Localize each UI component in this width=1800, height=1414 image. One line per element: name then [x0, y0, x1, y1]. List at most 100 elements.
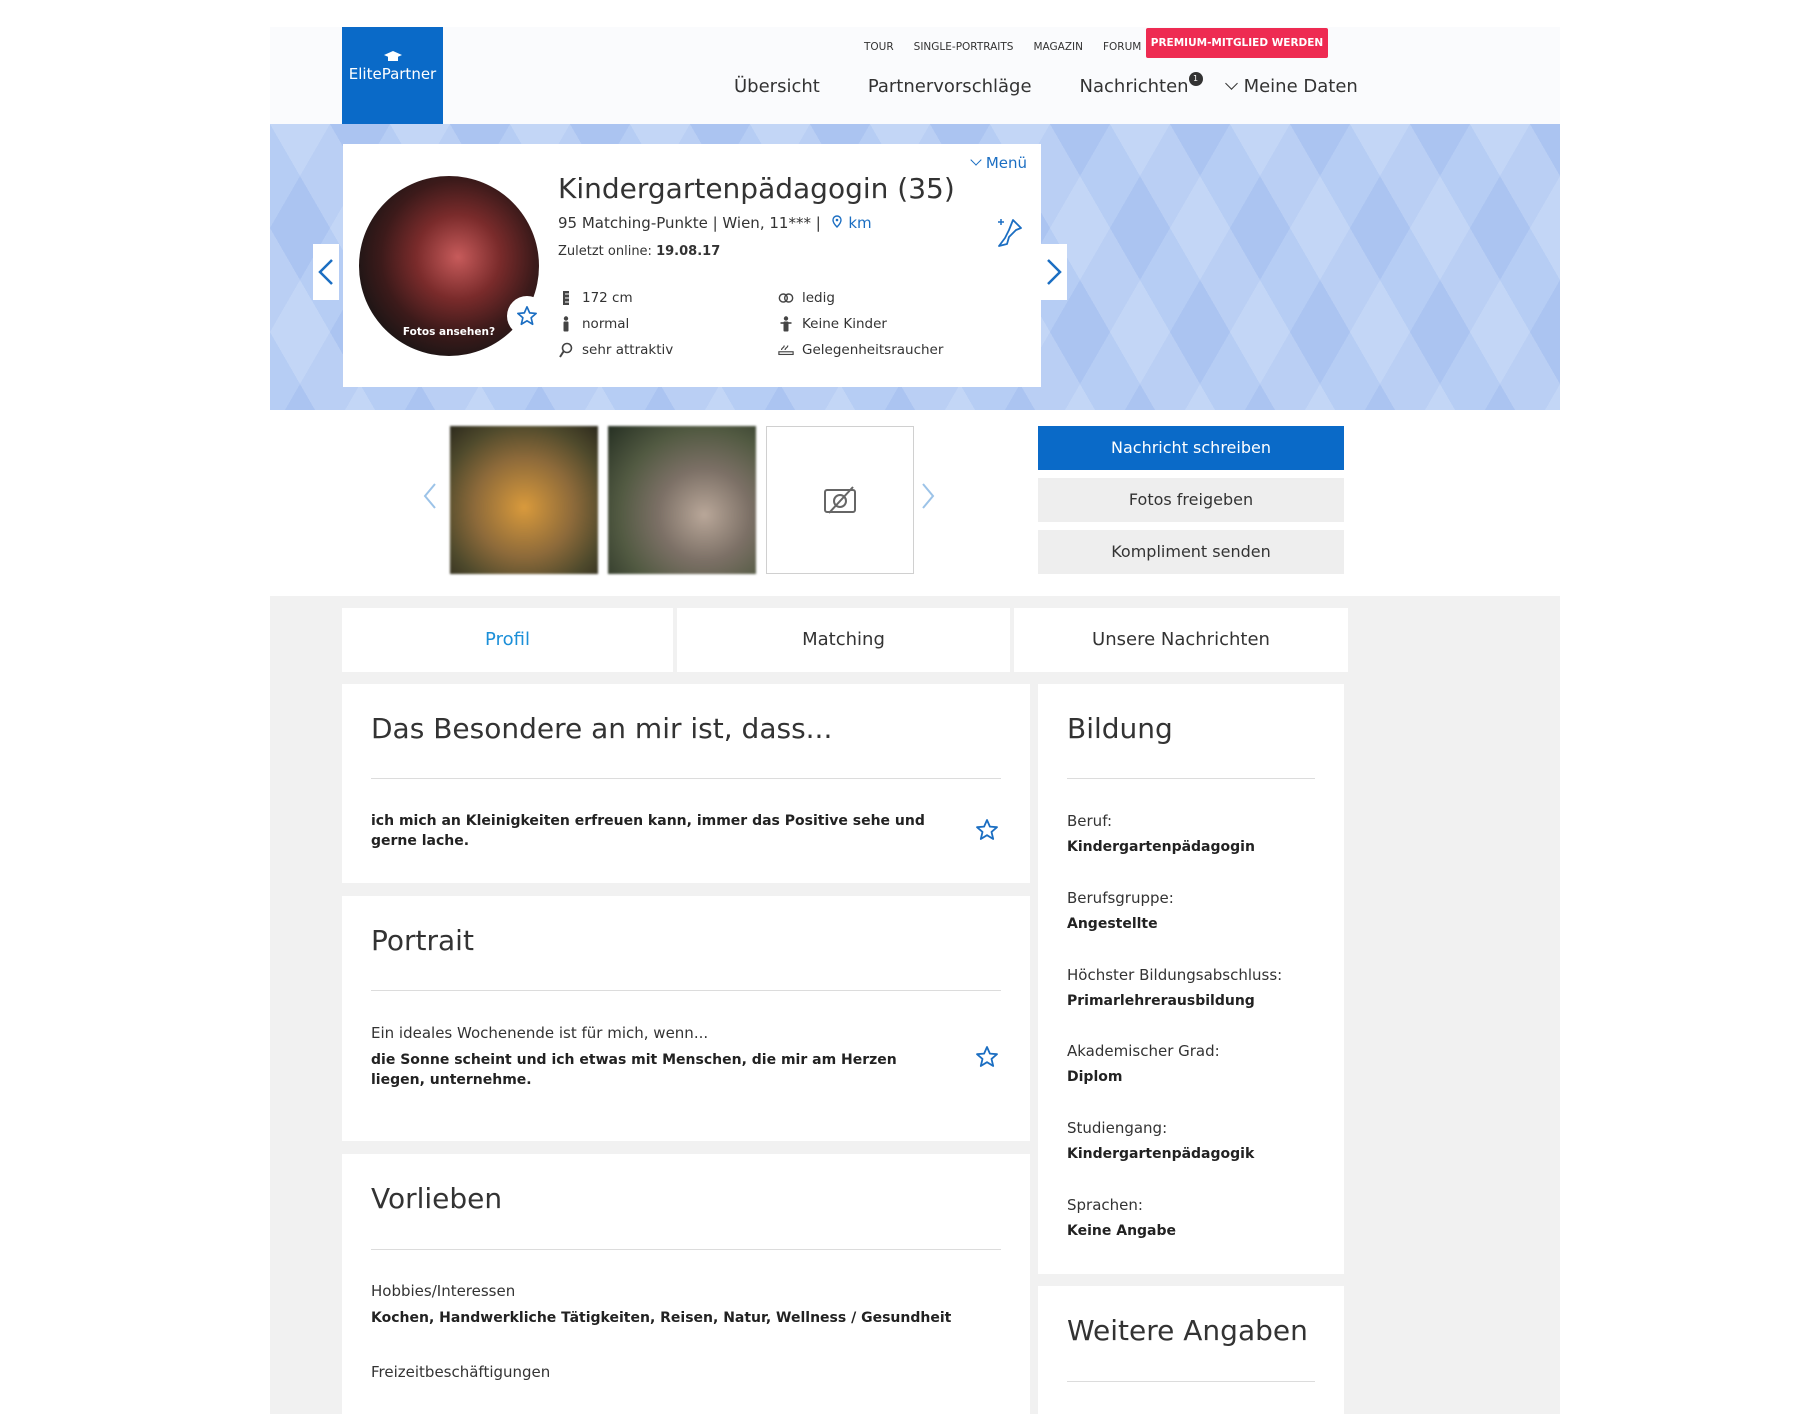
portrait-answer: die Sonne scheint und ich etwas mit Mens…	[371, 1052, 897, 1088]
chevron-left-icon	[318, 259, 333, 285]
premium-button[interactable]: PREMIUM-MITGLIED WERDEN	[1146, 28, 1328, 58]
share-photos-button[interactable]: Fotos freigeben	[1038, 478, 1344, 522]
logo-text: ElitePartner	[348, 65, 437, 83]
profile-card: Fotos ansehen? Menü Kindergartenpädagogi…	[343, 144, 1041, 387]
star-icon	[517, 306, 537, 326]
attr-figure: normal	[558, 316, 778, 332]
send-compliment-button[interactable]: Kompliment senden	[1038, 530, 1344, 574]
mainnav-mydata[interactable]: Meine Daten	[1224, 76, 1358, 97]
card-menu[interactable]: Menü	[970, 154, 1027, 172]
edu-item-academic: Akademischer Grad: Diplom	[1067, 1042, 1220, 1085]
last-online: Zuletzt online: 19.08.17	[558, 244, 720, 259]
matching-points: 95 Matching-Punkte | Wien, 11*** |	[558, 214, 821, 232]
special-text: ich mich an Kleinigkeiten erfreuen kann,…	[371, 813, 925, 849]
photo-thumbnail-2[interactable]	[608, 426, 756, 574]
child-icon	[778, 316, 794, 332]
special-panel: Das Besondere an mir ist, dass... ich mi…	[342, 684, 1030, 883]
chevron-down-icon	[970, 154, 982, 166]
attr-height: 172 cm	[558, 290, 778, 306]
star-icon[interactable]	[975, 1045, 999, 1069]
attr-attractiveness-value: sehr attraktiv	[582, 342, 674, 358]
topnav-magazin[interactable]: MAGAZIN	[1033, 35, 1083, 53]
mainnav-overview[interactable]: Übersicht	[734, 76, 820, 97]
profile-tabs: Profil Matching Unsere Nachrichten	[342, 608, 1348, 672]
profile-hero: Fotos ansehen? Menü Kindergartenpädagogi…	[270, 124, 1560, 410]
write-message-button[interactable]: Nachricht schreiben	[1038, 426, 1344, 470]
edu-label: Beruf:	[1067, 812, 1112, 830]
attr-attractiveness: sehr attraktiv	[558, 342, 778, 358]
special-title: Das Besondere an mir ist, dass...	[371, 712, 833, 745]
more-info-title: Weitere Angaben	[1067, 1314, 1308, 1347]
divider	[1067, 1381, 1315, 1382]
rings-icon	[778, 290, 794, 306]
edu-item-degree: Höchster Bildungsabschluss: Primarlehrer…	[1067, 966, 1282, 1009]
portrait-panel: Portrait Ein ideales Wochenende ist für …	[342, 896, 1030, 1141]
edu-item-study: Studiengang: Kindergartenpädagogik	[1067, 1119, 1254, 1162]
edu-label: Studiengang:	[1067, 1119, 1168, 1137]
photo-thumbnail-1[interactable]	[450, 426, 598, 574]
edu-label: Höchster Bildungsabschluss:	[1067, 966, 1283, 984]
edu-item-jobgroup: Berufsgruppe: Angestellte	[1067, 889, 1174, 932]
portrait-title: Portrait	[371, 924, 474, 957]
hobbies-label: Hobbies/Interessen	[371, 1282, 516, 1300]
edu-value: Keine Angabe	[1067, 1223, 1177, 1239]
attr-figure-value: normal	[582, 316, 630, 332]
topnav-tour[interactable]: TOUR	[864, 35, 894, 53]
tab-profile[interactable]: Profil	[342, 608, 673, 672]
edu-label: Akademischer Grad:	[1067, 1042, 1220, 1060]
mainnav-messages-label: Nachrichten	[1079, 76, 1189, 97]
chevron-right-icon	[1047, 259, 1062, 285]
divider	[1067, 778, 1315, 779]
star-icon[interactable]	[975, 818, 999, 842]
distance-link[interactable]: km	[848, 214, 871, 232]
header: ElitePartner TOUR SINGLE-PORTRAITS MAGAZ…	[270, 27, 1560, 124]
topnav-forum[interactable]: FORUM	[1103, 35, 1141, 53]
edu-value: Diplom	[1067, 1069, 1123, 1085]
education-title: Bildung	[1067, 712, 1173, 745]
edu-value: Angestellte	[1067, 916, 1158, 932]
profile-matching-line: 95 Matching-Punkte | Wien, 11*** | km	[558, 214, 872, 232]
logo[interactable]: ElitePartner	[342, 27, 443, 124]
attr-status-value: ledig	[802, 290, 835, 306]
hobbies-value: Kochen, Handwerkliche Tätigkeiten, Reise…	[371, 1310, 952, 1326]
favorite-button[interactable]	[507, 296, 547, 336]
main-nav: Übersicht Partnervorschläge Nachrichten …	[734, 72, 1358, 97]
last-online-date: 19.08.17	[656, 244, 721, 259]
ruler-icon	[558, 290, 574, 306]
next-profile-button[interactable]	[1041, 244, 1067, 300]
tab-messages[interactable]: Unsere Nachrichten	[1014, 608, 1348, 672]
no-photo-icon	[824, 486, 856, 514]
edu-label: Sprachen:	[1067, 1196, 1143, 1214]
chevron-down-icon	[1224, 77, 1238, 90]
attr-children-value: Keine Kinder	[802, 316, 887, 332]
attr-smoking: Gelegenheitsraucher	[778, 342, 998, 358]
photos-previous-icon[interactable]	[422, 482, 438, 510]
photo-placeholder[interactable]	[766, 426, 914, 574]
portrait-question: Ein ideales Wochenende ist für mich, wen…	[371, 1024, 709, 1042]
tab-matching[interactable]: Matching	[677, 608, 1010, 672]
edu-value: Kindergartenpädagogik	[1067, 1146, 1255, 1162]
mainnav-suggestions[interactable]: Partnervorschläge	[868, 76, 1032, 97]
mainnav-mydata-label: Meine Daten	[1243, 76, 1358, 97]
photos-next-icon[interactable]	[920, 482, 936, 510]
education-panel: Bildung Beruf: Kindergartenpädagogin Ber…	[1038, 684, 1344, 1274]
edu-value: Kindergartenpädagogin	[1067, 839, 1255, 855]
leisure-label: Freizeitbeschäftigungen	[371, 1363, 551, 1381]
previous-profile-button[interactable]	[313, 244, 339, 300]
graduation-cap-icon	[383, 51, 402, 61]
edu-item-job: Beruf: Kindergartenpädagogin	[1067, 812, 1255, 855]
edu-item-languages: Sprachen: Keine Angabe	[1067, 1196, 1176, 1239]
topnav-single-portraits[interactable]: SINGLE-PORTRAITS	[914, 35, 1014, 53]
messages-count-badge: 1	[1188, 72, 1203, 86]
edu-value: Primarlehrerausbildung	[1067, 993, 1255, 1009]
attr-height-value: 172 cm	[582, 290, 633, 306]
top-nav: TOUR SINGLE-PORTRAITS MAGAZIN FORUM	[864, 35, 1141, 53]
profile-attributes: 172 cm ledig normal Keine Kinder sehr at…	[558, 290, 1008, 358]
pin-magic-icon[interactable]	[995, 216, 1025, 250]
location-pin-icon	[831, 215, 842, 228]
cigarette-icon	[778, 342, 794, 358]
divider	[371, 1249, 1001, 1250]
attr-children: Keine Kinder	[778, 316, 998, 332]
mainnav-messages[interactable]: Nachrichten 1	[1079, 72, 1203, 97]
divider	[371, 990, 1001, 991]
